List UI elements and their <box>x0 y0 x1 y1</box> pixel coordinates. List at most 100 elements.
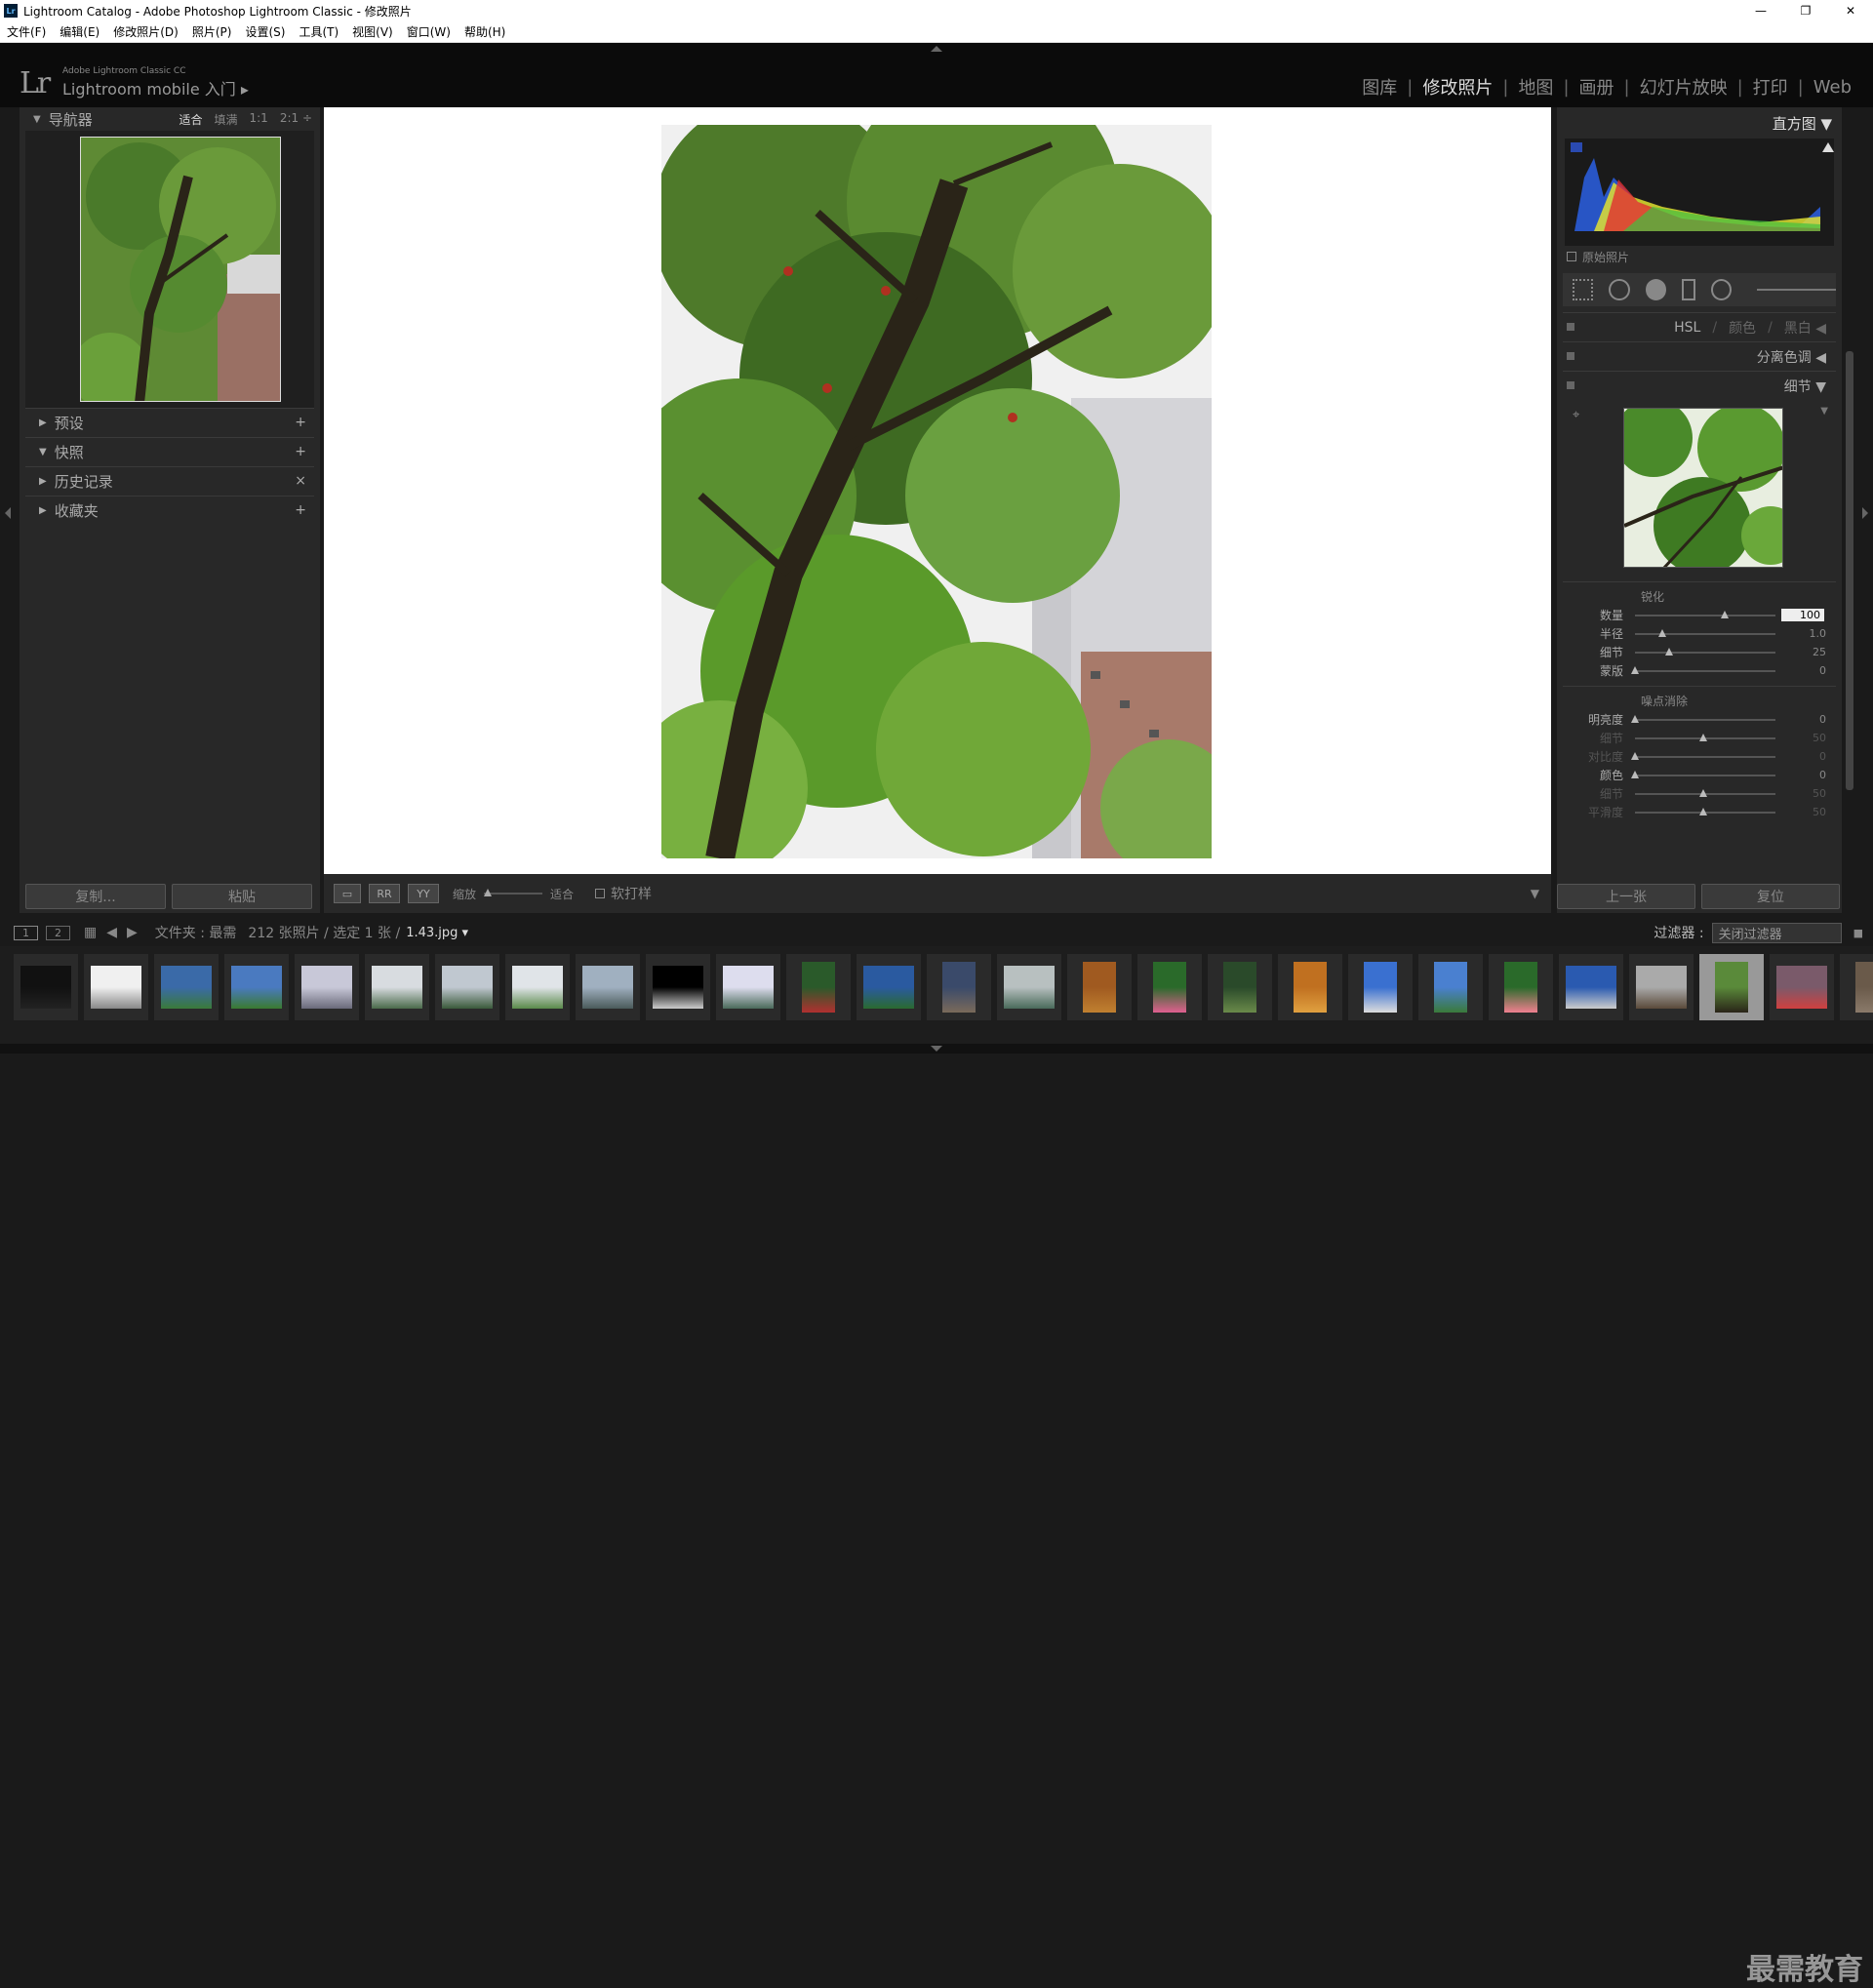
slider-knob[interactable] <box>1631 751 1639 760</box>
slider-value[interactable]: 50 <box>1775 787 1826 800</box>
noise-slider-row[interactable]: 对比度 0 <box>1563 747 1836 766</box>
snapshots-section[interactable]: ▼ 快照 + <box>25 437 314 466</box>
image-canvas[interactable] <box>324 107 1551 874</box>
filmstrip-thumbnail[interactable] <box>1489 954 1553 1020</box>
split-toning-header[interactable]: 分离色调 ◀ <box>1563 341 1836 371</box>
slider-track[interactable] <box>1635 628 1775 637</box>
sharpening-slider-row[interactable]: 细节 25 <box>1563 643 1836 661</box>
filmstrip-thumbnail[interactable] <box>646 954 710 1020</box>
clear-history-icon[interactable]: × <box>295 473 306 489</box>
slider-value[interactable]: 1.0 <box>1775 627 1827 640</box>
filter-lock-icon[interactable]: ■ <box>1853 927 1863 939</box>
menu-develop[interactable]: 修改照片(D) <box>106 23 185 40</box>
filmstrip-thumbnail[interactable] <box>224 954 289 1020</box>
slider-track[interactable] <box>1635 807 1775 815</box>
collections-section[interactable]: ▶ 收藏夹 + <box>25 496 314 525</box>
detail-menu-icon[interactable]: ▼ <box>1820 406 1828 417</box>
filmstrip-thumbnail[interactable] <box>14 954 78 1020</box>
histogram-header[interactable]: 直方图 ▼ <box>1557 107 1842 139</box>
menu-tools[interactable]: 工具(T) <box>292 23 345 40</box>
module-web[interactable]: Web <box>1804 77 1861 98</box>
slider-value[interactable]: 0 <box>1775 713 1826 726</box>
previous-button[interactable]: 上一张 <box>1557 884 1695 909</box>
filmstrip-thumbnail[interactable] <box>365 954 429 1020</box>
filmstrip[interactable]: 最需教育 <box>0 946 1873 1987</box>
module-library[interactable]: 图库 <box>1352 74 1407 99</box>
filmstrip-thumbnail[interactable] <box>1208 954 1272 1020</box>
filmstrip-thumbnail[interactable] <box>1770 954 1834 1020</box>
noise-slider-row[interactable]: 明亮度 0 <box>1563 710 1836 729</box>
histogram[interactable] <box>1565 139 1834 246</box>
slider-track[interactable] <box>1635 788 1775 797</box>
bw-tab[interactable]: 黑白 ◀ <box>1784 318 1826 338</box>
filmstrip-thumbnail[interactable] <box>1840 954 1873 1020</box>
filmstrip-thumbnail[interactable] <box>1559 954 1623 1020</box>
filmstrip-thumbnail[interactable] <box>716 954 780 1020</box>
right-panel-scrollbar[interactable] <box>1846 351 1853 790</box>
slider-value[interactable]: 50 <box>1775 806 1826 818</box>
slider-track[interactable] <box>1631 751 1775 760</box>
close-button[interactable]: ✕ <box>1828 0 1873 21</box>
history-section[interactable]: ▶ 历史记录 × <box>25 466 314 496</box>
main-photo[interactable] <box>661 125 1212 858</box>
filmstrip-thumbnail[interactable] <box>435 954 499 1020</box>
paste-button[interactable]: 粘贴 <box>172 884 312 909</box>
forward-arrow-icon[interactable]: ▶ <box>127 925 138 940</box>
menu-file[interactable]: 文件(F) <box>0 23 53 40</box>
filmstrip-thumbnail[interactable] <box>1348 954 1413 1020</box>
collapse-top-icon[interactable] <box>931 46 942 52</box>
slider-value[interactable]: 0 <box>1775 769 1826 781</box>
target-icon[interactable]: ⌖ <box>1573 408 1579 422</box>
module-develop[interactable]: 修改照片 <box>1413 74 1502 99</box>
filmstrip-thumbnail[interactable] <box>1067 954 1132 1020</box>
minimize-button[interactable]: — <box>1738 0 1783 21</box>
slider-knob[interactable] <box>1721 610 1730 618</box>
noise-slider-row[interactable]: 细节 50 <box>1563 729 1836 747</box>
filmstrip-thumbnail[interactable] <box>927 954 991 1020</box>
add-collection-icon[interactable]: + <box>295 502 306 518</box>
slider-knob[interactable] <box>1631 714 1639 723</box>
menu-photo[interactable]: 照片(P) <box>185 23 239 40</box>
slider-track[interactable] <box>1631 665 1775 674</box>
nav-2to1[interactable]: 2:1 ÷ <box>280 111 312 128</box>
right-panel-toggle-icon[interactable] <box>1862 507 1868 519</box>
filmstrip-thumbnail[interactable] <box>1278 954 1342 1020</box>
red-eye-icon[interactable] <box>1645 279 1667 300</box>
navigator-header[interactable]: ▼ 导航器 适合 填满 1:1 2:1 ÷ <box>20 107 320 131</box>
reset-button[interactable]: 复位 <box>1701 884 1840 909</box>
collapse-bottom-icon[interactable] <box>931 1046 942 1052</box>
before-after-icon[interactable]: RR <box>369 884 400 903</box>
slider-value[interactable]: 0 <box>1775 664 1826 677</box>
softproof-checkbox[interactable] <box>595 889 606 898</box>
mobile-link[interactable]: Lightroom mobile 入门 ▸ <box>62 76 249 99</box>
spot-removal-icon[interactable] <box>1609 279 1630 300</box>
navigator-preview[interactable] <box>25 131 314 408</box>
module-book[interactable]: 画册 <box>1570 74 1624 99</box>
menu-settings[interactable]: 设置(S) <box>238 23 292 40</box>
filmstrip-thumbnail[interactable] <box>295 954 359 1020</box>
filmstrip-thumbnail[interactable] <box>1629 954 1694 1020</box>
slider-value[interactable]: 50 <box>1775 732 1826 744</box>
filmstrip-thumbnail[interactable] <box>1699 954 1764 1020</box>
nav-fill[interactable]: 填满 <box>214 111 237 128</box>
slider-knob[interactable] <box>1699 733 1707 741</box>
menu-window[interactable]: 窗口(W) <box>400 23 458 40</box>
slider-value[interactable]: 25 <box>1775 646 1826 658</box>
slider-track[interactable] <box>1635 733 1775 741</box>
color-tab[interactable]: 颜色 <box>1729 318 1756 338</box>
hsl-tab[interactable]: HSL <box>1674 320 1700 336</box>
maximize-button[interactable]: ❐ <box>1783 0 1828 21</box>
slider-knob[interactable] <box>1665 647 1673 656</box>
loupe-view-icon[interactable]: ▭ <box>334 884 361 903</box>
slider-knob[interactable] <box>1699 788 1707 797</box>
slider-knob[interactable] <box>1658 628 1666 637</box>
left-panel-toggle-icon[interactable] <box>5 507 11 519</box>
slider-value[interactable]: 0 <box>1775 750 1826 763</box>
module-slideshow[interactable]: 幻灯片放映 <box>1630 74 1737 99</box>
slider-track[interactable] <box>1631 770 1775 778</box>
graduated-filter-icon[interactable] <box>1682 279 1695 300</box>
hsl-section-header[interactable]: HSL / 颜色 / 黑白 ◀ <box>1563 312 1836 341</box>
view-1-button[interactable]: 1 <box>14 925 38 940</box>
sharpening-slider-row[interactable]: 蒙版 0 <box>1563 661 1836 680</box>
slider-knob[interactable] <box>1631 770 1639 778</box>
